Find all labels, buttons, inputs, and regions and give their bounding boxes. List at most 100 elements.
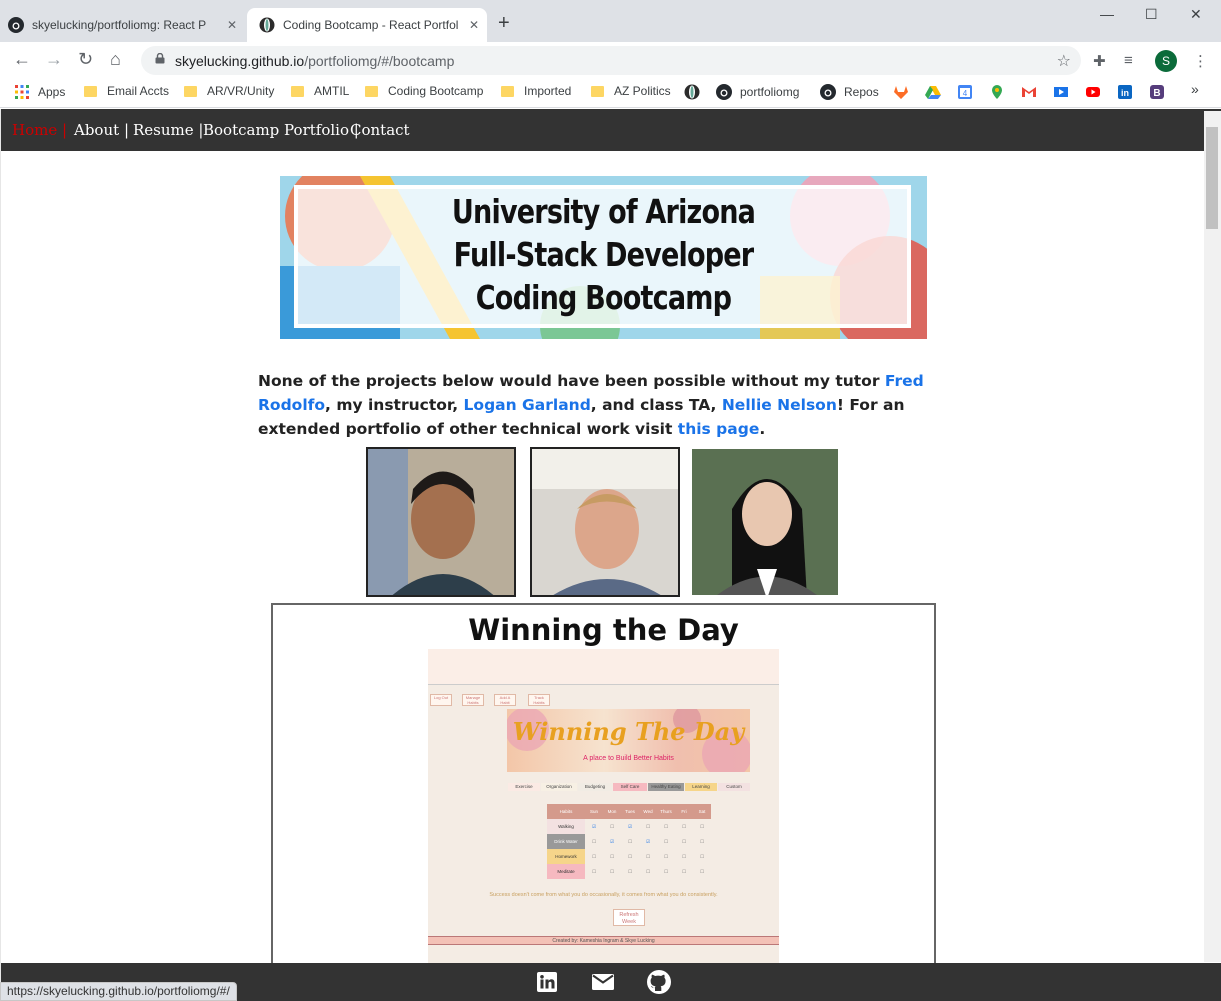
- table-header-cell: Fri: [675, 804, 693, 819]
- nav-resume-link[interactable]: Resume |: [133, 121, 203, 139]
- nav-separator: |: [62, 121, 68, 139]
- table-header-cell: Sun: [585, 804, 603, 819]
- maximize-icon[interactable]: ☐: [1145, 6, 1158, 23]
- url-path: /portfoliomg/#/bootcamp: [304, 53, 455, 69]
- checkbox: ☑: [609, 838, 615, 844]
- folder-icon: [591, 85, 604, 97]
- bookmark-label: AMTIL: [314, 84, 350, 98]
- ta-link[interactable]: Nellie Nelson: [722, 396, 837, 414]
- address-bar[interactable]: skyelucking.github.io/portfoliomg/#/boot…: [141, 46, 1081, 75]
- email-icon[interactable]: [592, 974, 614, 990]
- new-tab-icon[interactable]: +: [498, 12, 510, 35]
- nav-contact-link[interactable]: Contact: [350, 121, 410, 139]
- project-title: Winning the Day: [468, 613, 739, 647]
- instructor-link[interactable]: Logan Garland: [464, 396, 591, 414]
- bootstrap-icon[interactable]: B: [1149, 84, 1165, 100]
- reload-icon[interactable]: ↻: [78, 49, 93, 70]
- nav-portfolio-label: Bootcamp Portfolio: [203, 121, 349, 139]
- youtube-icon[interactable]: [1085, 84, 1101, 100]
- checkbox: ☐: [699, 838, 705, 844]
- bookmark-portfoliomg[interactable]: portfoliomg: [716, 84, 799, 100]
- screenshot-manage-button: Manage Habits: [462, 694, 484, 706]
- back-icon[interactable]: ←: [13, 49, 31, 70]
- close-icon[interactable]: ✕: [469, 18, 479, 32]
- nav-resume-label: Resume: [133, 121, 194, 139]
- habit-label: Walking: [547, 819, 585, 834]
- table-header-cell: Wed: [639, 804, 657, 819]
- checkbox: ☐: [627, 838, 633, 844]
- screenshot-quote: Success doesn't come from what you do oc…: [489, 892, 718, 898]
- svg-text:in: in: [1121, 88, 1129, 98]
- video-icon[interactable]: [1053, 84, 1069, 100]
- bookmark-email-accts[interactable]: Email Accts: [84, 84, 169, 98]
- intro-text: , and class TA,: [590, 396, 722, 414]
- nav-about-link[interactable]: About |: [74, 121, 129, 139]
- forward-icon[interactable]: →: [45, 49, 63, 70]
- screenshot-category: Organization: [541, 783, 577, 791]
- tab-github-repo[interactable]: skyelucking/portfoliomg: React P ✕: [8, 8, 245, 42]
- nav-about-label: About: [74, 121, 120, 139]
- close-icon[interactable]: ✕: [227, 18, 237, 32]
- project-screenshot[interactable]: Log Out Manage Habits Add A Habit Track …: [428, 649, 779, 979]
- google-calendar-icon[interactable]: 4: [957, 84, 973, 100]
- page-scrollbar[interactable]: [1204, 111, 1221, 962]
- screenshot-refresh-button: Refresh Week: [613, 909, 645, 926]
- checkbox: ☐: [663, 868, 669, 874]
- bookmark-amtil[interactable]: AMTIL: [291, 84, 349, 98]
- folder-icon: [291, 85, 304, 97]
- instructor-photo: [530, 447, 680, 597]
- close-window-icon[interactable]: ✕: [1190, 6, 1202, 23]
- screenshot-category: Budgeting: [578, 783, 612, 791]
- browser-tab-strip: skyelucking/portfoliomg: React P ✕ Codin…: [0, 0, 1221, 42]
- media-control-icon[interactable]: ≡: [1124, 52, 1133, 69]
- table-header-cell: Mon: [603, 804, 621, 819]
- gitlab-icon[interactable]: [893, 84, 909, 100]
- gmail-icon[interactable]: [1021, 84, 1037, 100]
- banner-line-1: University of Arizona: [451, 192, 756, 231]
- github-icon: [8, 17, 24, 33]
- site-navbar: Home | About | Resume | Bootcamp Portfol…: [1, 109, 1221, 151]
- tab-title: skyelucking/portfoliomg: React P: [32, 18, 207, 32]
- more-bookmarks-icon[interactable]: »: [1191, 81, 1199, 97]
- screenshot-tagline: A place to Build Better Habits: [583, 755, 674, 762]
- screenshot-logo: Winning The Day A place to Build Better …: [507, 709, 750, 772]
- checkbox: ☐: [699, 868, 705, 874]
- google-drive-icon[interactable]: [925, 84, 941, 100]
- checkbox: ☐: [699, 823, 705, 829]
- url-host: skyelucking.github.io: [175, 53, 305, 69]
- tab-coding-bootcamp[interactable]: Coding Bootcamp - React Portfol ✕: [247, 8, 487, 42]
- screenshot-add-button: Add A Habit: [494, 694, 516, 706]
- bookmark-coding-bootcamp[interactable]: Coding Bootcamp: [365, 84, 483, 98]
- linkedin-icon[interactable]: in: [1117, 84, 1133, 100]
- checkbox: ☐: [645, 853, 651, 859]
- svg-text:B: B: [1153, 88, 1160, 99]
- extensions-icon[interactable]: ✚: [1093, 52, 1106, 70]
- screenshot-category: Self Care: [613, 783, 647, 791]
- checkbox: ☐: [627, 868, 633, 874]
- lock-icon: [155, 53, 165, 64]
- url-text: skyelucking.github.io/portfoliomg/#/boot…: [175, 53, 454, 69]
- google-maps-icon[interactable]: [989, 84, 1005, 100]
- github-icon[interactable]: [647, 970, 671, 994]
- chrome-menu-icon[interactable]: ⋮: [1193, 52, 1208, 70]
- extended-portfolio-link[interactable]: this page: [678, 420, 760, 438]
- home-icon[interactable]: ⌂: [110, 49, 121, 70]
- nav-portfolio-link[interactable]: Bootcamp Portfolio |: [203, 121, 359, 139]
- bookmark-repos[interactable]: Repos: [820, 84, 879, 100]
- react-portfolio-favicon-icon[interactable]: [684, 84, 700, 100]
- bookmark-imported[interactable]: Imported: [501, 84, 571, 98]
- bookmark-az-politics[interactable]: AZ Politics: [591, 84, 671, 98]
- nav-home-label: Home: [12, 121, 58, 139]
- bookmark-star-icon[interactable]: ☆: [1057, 51, 1071, 71]
- github-icon: [820, 84, 836, 100]
- linkedin-icon[interactable]: [537, 972, 557, 992]
- folder-icon: [184, 85, 197, 97]
- minimize-icon[interactable]: —: [1100, 6, 1114, 22]
- scrollbar-thumb[interactable]: [1206, 127, 1218, 229]
- nav-home-link[interactable]: Home |: [12, 121, 67, 139]
- bookmark-ar-vr-unity[interactable]: AR/VR/Unity: [184, 84, 274, 98]
- bookmark-apps[interactable]: Apps: [14, 84, 65, 100]
- github-icon: [716, 84, 732, 100]
- bookmark-label: Apps: [38, 85, 66, 99]
- profile-avatar[interactable]: S: [1155, 50, 1177, 72]
